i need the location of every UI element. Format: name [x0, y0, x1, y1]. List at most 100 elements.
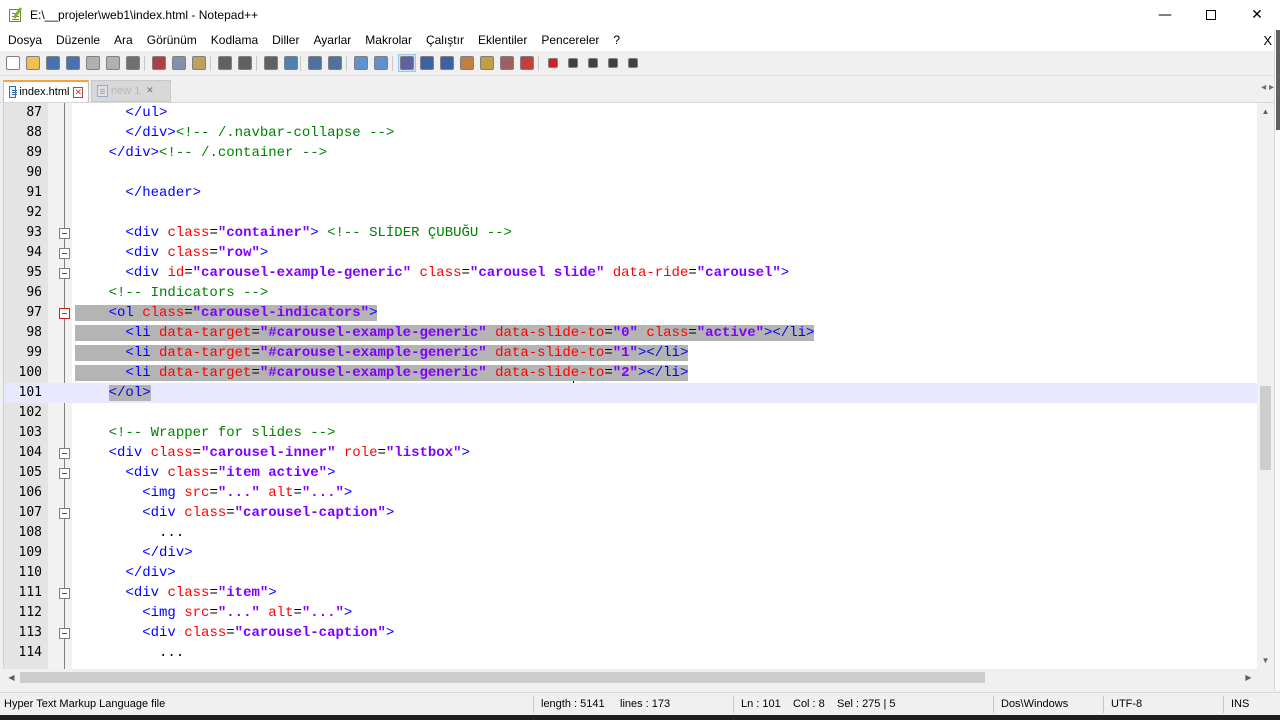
menu-item[interactable]: Pencereler — [533, 30, 605, 51]
scroll-down-icon[interactable]: ▼ — [1257, 652, 1274, 669]
horizontal-scrollbar[interactable]: ◀ ▶ — [3, 669, 1257, 686]
code-line[interactable]: 111 <div class="item"> — [4, 583, 1257, 603]
menu-item[interactable]: Eklentiler — [470, 30, 533, 51]
vertical-scrollbar[interactable]: ▲ ▼ — [1257, 103, 1274, 669]
fold-toggle-icon[interactable] — [59, 448, 70, 459]
code-token: </div> — [142, 545, 193, 561]
vertical-scroll-thumb[interactable] — [1260, 386, 1271, 470]
undo-icon[interactable] — [216, 54, 234, 72]
fold-toggle-icon[interactable] — [59, 628, 70, 639]
fold-toggle-icon[interactable] — [59, 308, 70, 319]
close-document-button[interactable]: X — [1263, 30, 1272, 51]
menu-item[interactable]: Düzenle — [48, 30, 106, 51]
code-line[interactable]: 99 <li data-target="#carousel-example-ge… — [4, 343, 1257, 363]
tab-close-icon[interactable]: ✕ — [73, 86, 83, 98]
record-macro-icon[interactable] — [544, 54, 562, 72]
code-line[interactable]: 105 <div class="item active"> — [4, 463, 1257, 483]
find-icon[interactable] — [262, 54, 280, 72]
save-all-icon[interactable] — [64, 54, 82, 72]
fold-toggle-icon[interactable] — [59, 248, 70, 259]
menu-item[interactable]: Görünüm — [139, 30, 203, 51]
user-lang-icon[interactable] — [458, 54, 476, 72]
word-wrap-icon[interactable] — [398, 54, 416, 72]
fold-toggle-icon[interactable] — [59, 268, 70, 279]
code-line[interactable]: 96 <!-- Indicators --> — [4, 283, 1257, 303]
cut-icon[interactable] — [150, 54, 168, 72]
stop-macro-icon[interactable] — [564, 54, 582, 72]
copy-icon[interactable] — [170, 54, 188, 72]
scroll-up-icon[interactable]: ▲ — [1257, 103, 1274, 120]
scroll-left-icon[interactable]: ◀ — [3, 669, 20, 686]
close-all-icon[interactable] — [104, 54, 122, 72]
code-line[interactable]: 100 <li data-target="#carousel-example-g… — [4, 363, 1257, 383]
code-line[interactable]: 98 <li data-target="#carousel-example-ge… — [4, 323, 1257, 343]
menu-item[interactable]: ? — [605, 30, 626, 51]
code-line[interactable]: 112 <img src="..." alt="..."> — [4, 603, 1257, 623]
run-macro-multiple-icon[interactable] — [604, 54, 622, 72]
print-icon[interactable] — [124, 54, 142, 72]
code-line[interactable]: 108 ... — [4, 523, 1257, 543]
menu-item[interactable]: Makrolar — [357, 30, 418, 51]
user-lang-icon-glyph — [460, 56, 474, 70]
fold-toggle-icon[interactable] — [59, 588, 70, 599]
fold-toggle-icon[interactable] — [59, 508, 70, 519]
new-file-icon[interactable] — [4, 54, 22, 72]
paste-icon[interactable] — [190, 54, 208, 72]
scroll-right-icon[interactable]: ▶ — [1240, 669, 1257, 686]
maximize-button[interactable] — [1188, 0, 1234, 30]
horizontal-scroll-thumb[interactable] — [20, 672, 985, 683]
tab-close-icon[interactable]: ✕ — [144, 85, 155, 97]
fold-toggle-icon[interactable] — [59, 228, 70, 239]
menu-item[interactable]: Diller — [264, 30, 305, 51]
code-line[interactable]: 92 — [4, 203, 1257, 223]
save-macro-icon[interactable] — [624, 54, 642, 72]
tab-index-html[interactable]: index.html ✕ — [3, 80, 89, 102]
code-line[interactable]: 113 <div class="carousel-caption"> — [4, 623, 1257, 643]
code-line[interactable]: 103 <!-- Wrapper for slides --> — [4, 423, 1257, 443]
code-line[interactable]: 110 </div> — [4, 563, 1257, 583]
code-line[interactable]: 94 <div class="row"> — [4, 243, 1257, 263]
tab-new-1[interactable]: new 1 ✕ — [91, 80, 171, 102]
save-icon[interactable] — [44, 54, 62, 72]
menu-item[interactable]: Ara — [106, 30, 139, 51]
menu-item[interactable]: Ayarlar — [305, 30, 357, 51]
code-line[interactable]: 87 </ul> — [4, 103, 1257, 123]
code-line[interactable]: 101 </ol> — [4, 383, 1257, 403]
replace-icon[interactable] — [282, 54, 300, 72]
close-window-button[interactable]: ✕ — [1234, 0, 1280, 30]
code-line[interactable]: 107 <div class="carousel-caption"> — [4, 503, 1257, 523]
fold-toggle-icon[interactable] — [59, 468, 70, 479]
code-line[interactable]: 91 </header> — [4, 183, 1257, 203]
code-token: </div> — [108, 145, 160, 161]
sync-vertical-icon[interactable] — [352, 54, 370, 72]
code-line[interactable]: 93 <div class="container"> <!-- SLİDER Ç… — [4, 223, 1257, 243]
indent-guide-icon[interactable] — [438, 54, 456, 72]
minimize-button[interactable]: — — [1142, 0, 1188, 30]
code-line[interactable]: 102 — [4, 403, 1257, 423]
code-line[interactable]: 88 </div><!-- /.navbar-collapse --> — [4, 123, 1257, 143]
function-list-icon[interactable] — [498, 54, 516, 72]
code-line[interactable]: 95 <div id="carousel-example-generic" cl… — [4, 263, 1257, 283]
show-all-chars-icon[interactable] — [418, 54, 436, 72]
zoom-in-icon[interactable] — [306, 54, 324, 72]
code-line[interactable]: 106 <img src="..." alt="..."> — [4, 483, 1257, 503]
redo-icon[interactable] — [236, 54, 254, 72]
code-line[interactable]: 90 — [4, 163, 1257, 183]
folder-workspace-icon[interactable] — [518, 54, 536, 72]
close-icon[interactable] — [84, 54, 102, 72]
play-macro-icon[interactable] — [584, 54, 602, 72]
code-line[interactable]: 114 ... — [4, 643, 1257, 663]
open-file-icon[interactable] — [24, 54, 42, 72]
menu-item[interactable]: Çalıştır — [418, 30, 470, 51]
code-editor[interactable]: 87 </ul> 88 </div><!-- /.navbar-collapse … — [3, 103, 1257, 669]
code-line[interactable]: 89 </div><!-- /.container --> — [4, 143, 1257, 163]
code-line[interactable]: 104 <div class="carousel-inner" role="li… — [4, 443, 1257, 463]
sync-horizontal-icon[interactable] — [372, 54, 390, 72]
menu-item[interactable]: Dosya — [0, 30, 48, 51]
doc-map-icon[interactable] — [478, 54, 496, 72]
code-line[interactable]: 109 </div> — [4, 543, 1257, 563]
code-line[interactable]: 97 <ol class="carousel-indicators"> — [4, 303, 1257, 323]
tab-scroll-arrows[interactable]: ◂ ▸ — [1261, 82, 1274, 93]
zoom-out-icon[interactable] — [326, 54, 344, 72]
menu-item[interactable]: Kodlama — [203, 30, 264, 51]
